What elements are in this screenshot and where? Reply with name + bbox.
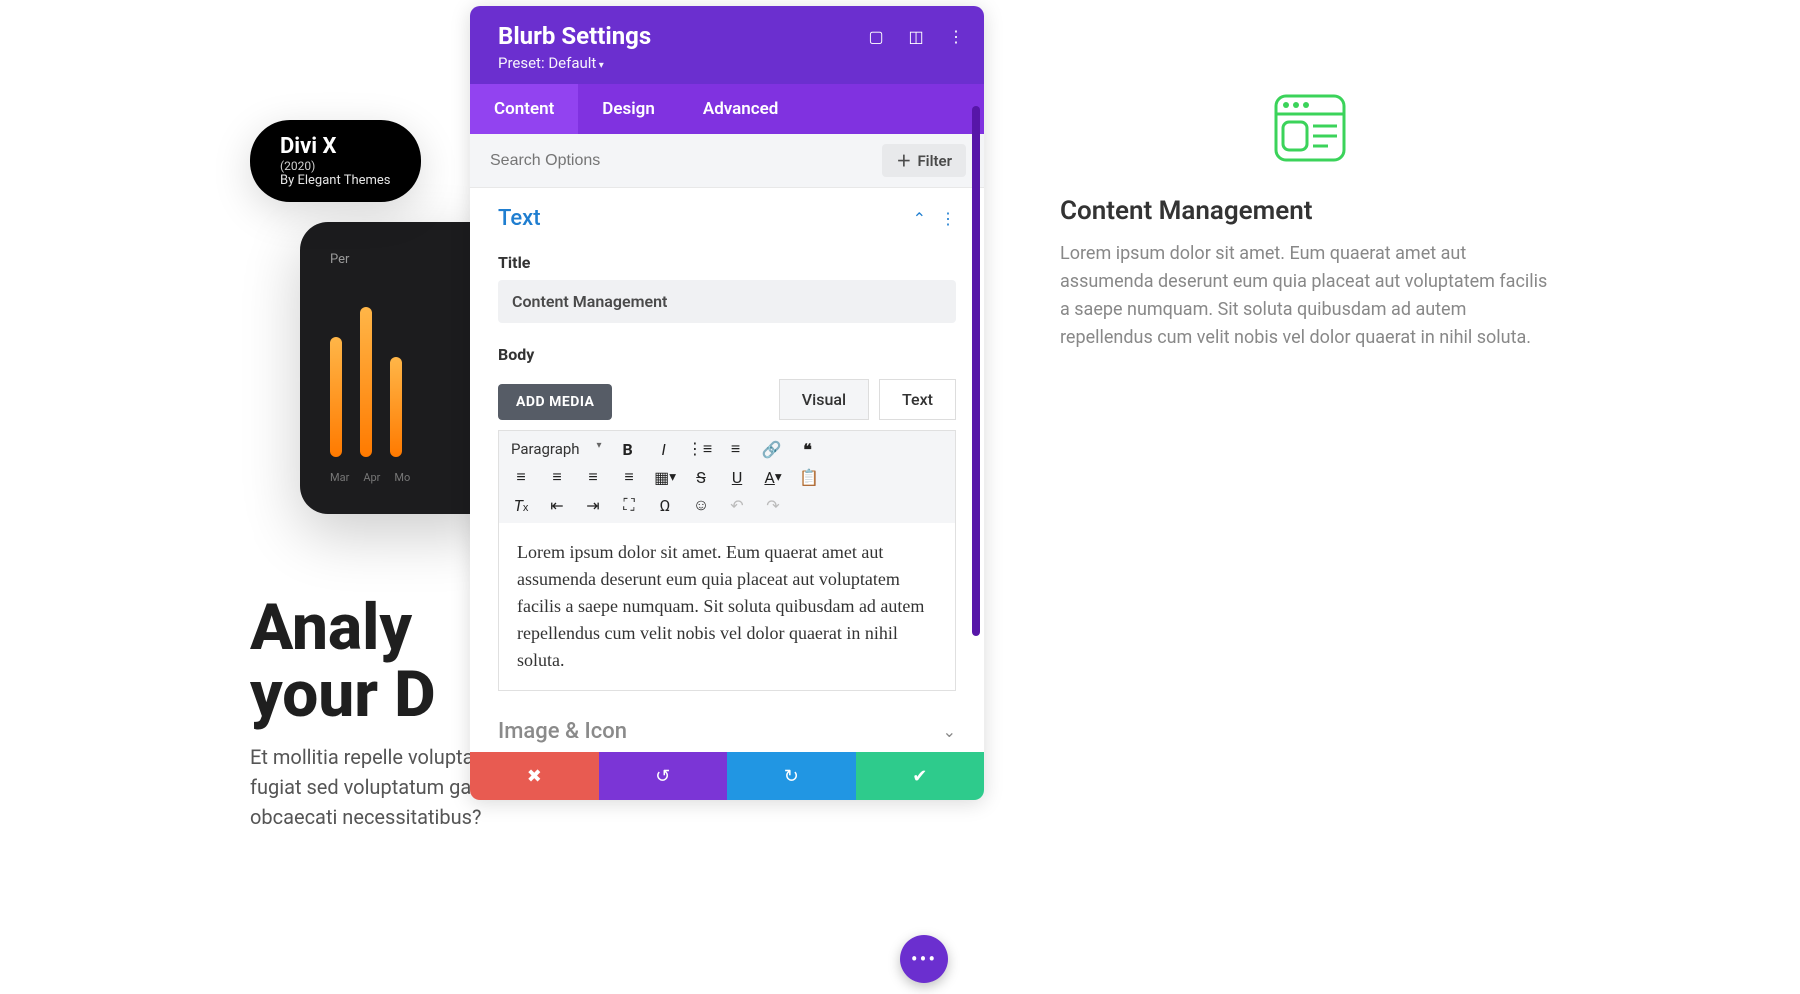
settings-modal: Blurb Settings Preset: Default ▢ ◫ ⋮ Con… <box>470 6 984 800</box>
filter-button[interactable]: ＋Filter <box>882 144 966 177</box>
editor-tab-visual[interactable]: Visual <box>779 379 869 420</box>
align-justify-icon[interactable]: ≡ <box>619 467 639 487</box>
chart-label: Per <box>330 252 470 267</box>
modal-tabs: Content Design Advanced <box>470 84 984 134</box>
fullscreen-icon[interactable]: ⛶ <box>619 495 639 515</box>
modal-scrollbar[interactable] <box>972 106 980 636</box>
emoji-icon[interactable]: ☺ <box>691 495 711 515</box>
outdent-icon[interactable]: ⇤ <box>547 495 567 515</box>
omega-icon[interactable]: Ω <box>655 495 675 515</box>
modal-footer: ✖ ↺ ↻ ✔ <box>470 752 984 800</box>
fab-more-button[interactable]: ••• <box>900 935 948 983</box>
title-field-label: Title <box>498 253 956 272</box>
title-input[interactable]: Content Management <box>498 280 956 323</box>
device-name: Divi X <box>280 134 391 159</box>
link-icon[interactable]: 🔗 <box>762 439 782 459</box>
rich-text-toolbar: Paragraph B I ⋮≡ ≡ 🔗 ❝ ≡ ≡ ≡ ≡ ▦▾ S U A▾… <box>498 430 956 523</box>
tab-design[interactable]: Design <box>578 84 679 134</box>
collapse-icon[interactable]: ⌃ <box>913 209 926 228</box>
paste-icon[interactable]: 📋 <box>799 467 819 487</box>
number-list-icon[interactable]: ≡ <box>726 439 746 459</box>
strikethrough-icon[interactable]: S <box>691 467 711 487</box>
section-text-heading[interactable]: Text <box>498 206 541 231</box>
text-color-icon[interactable]: A▾ <box>763 467 783 487</box>
italic-icon[interactable]: I <box>654 439 674 459</box>
align-center-icon[interactable]: ≡ <box>547 467 567 487</box>
search-input[interactable] <box>488 151 882 171</box>
cancel-button[interactable]: ✖ <box>470 752 599 800</box>
tab-content[interactable]: Content <box>470 84 578 134</box>
expand-icon[interactable]: ▢ <box>866 26 886 46</box>
bullet-list-icon[interactable]: ⋮≡ <box>690 439 710 459</box>
bold-icon[interactable]: B <box>618 439 638 459</box>
columns-icon[interactable]: ◫ <box>906 26 926 46</box>
blurb-title: Content Management <box>1060 196 1560 226</box>
editor-tab-text[interactable]: Text <box>879 379 956 420</box>
blurb-module-preview: Content Management Lorem ipsum dolor sit… <box>1060 90 1560 352</box>
device-by: By Elegant Themes <box>280 173 391 188</box>
body-editor[interactable]: Lorem ipsum dolor sit amet. Eum quaerat … <box>498 523 956 691</box>
redo-icon[interactable]: ↷ <box>763 495 783 515</box>
table-icon[interactable]: ▦▾ <box>655 467 675 487</box>
save-button[interactable]: ✔ <box>856 752 985 800</box>
kebab-icon[interactable]: ⋮ <box>946 26 966 46</box>
chart-bars <box>330 287 470 457</box>
body-field-label: Body <box>498 345 956 364</box>
align-left-icon[interactable]: ≡ <box>511 467 531 487</box>
chevron-down-icon[interactable]: ⌄ <box>943 722 956 741</box>
add-media-button[interactable]: ADD MEDIA <box>498 384 612 420</box>
blurb-body: Lorem ipsum dolor sit amet. Eum quaerat … <box>1060 240 1560 352</box>
section-kebab-icon[interactable]: ⋮ <box>940 209 956 228</box>
modal-header: Blurb Settings Preset: Default ▢ ◫ ⋮ <box>470 6 984 84</box>
underline-icon[interactable]: U <box>727 467 747 487</box>
search-bar: ＋Filter <box>470 134 984 188</box>
undo-button[interactable]: ↺ <box>599 752 728 800</box>
plus-icon: ＋ <box>896 150 911 171</box>
device-year: (2020) <box>280 159 391 173</box>
redo-button[interactable]: ↻ <box>727 752 856 800</box>
align-right-icon[interactable]: ≡ <box>583 467 603 487</box>
section-image-heading[interactable]: Image & Icon <box>498 719 627 744</box>
indent-icon[interactable]: ⇥ <box>583 495 603 515</box>
format-selector[interactable]: Paragraph <box>511 440 602 458</box>
preset-selector[interactable]: Preset: Default <box>498 54 956 72</box>
tab-advanced[interactable]: Advanced <box>679 84 803 134</box>
device-pill: Divi X (2020) By Elegant Themes <box>250 120 421 202</box>
content-window-icon <box>1270 90 1350 166</box>
quote-icon[interactable]: ❝ <box>798 439 818 459</box>
undo-icon[interactable]: ↶ <box>727 495 747 515</box>
chart-month-labels: MarAprMo <box>330 471 470 484</box>
clear-format-icon[interactable]: Tₓ <box>511 495 531 515</box>
